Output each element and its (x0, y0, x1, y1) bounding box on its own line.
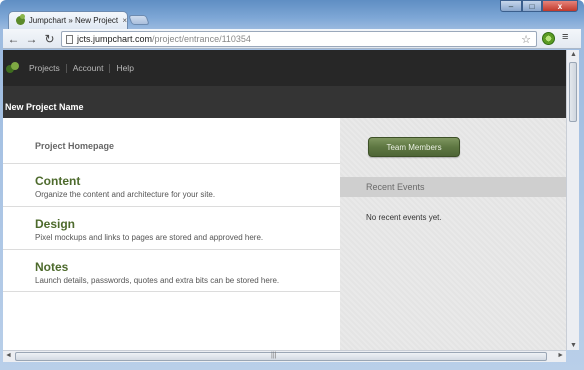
section-title[interactable]: Design (35, 217, 75, 231)
page-icon (66, 34, 73, 44)
browser-menu-icon[interactable]: ≡ (562, 31, 568, 43)
nav-link-projects[interactable]: Projects (20, 63, 67, 73)
project-name: New Project Name (5, 102, 84, 112)
section-notes[interactable]: Notes Launch details, passwords, quotes … (3, 249, 340, 292)
address-bar[interactable]: jcts.jumpchart.com/project/entrance/1103… (61, 31, 537, 47)
url-path: /project/entrance/110354 (152, 34, 251, 44)
close-window-button[interactable]: x (542, 0, 578, 12)
project-title-bar: New Project Name (3, 86, 566, 118)
browser-window: Jumpchart » New Project N × – □ x ← → ↻ … (0, 0, 584, 370)
bookmark-star-icon[interactable]: ☆ (521, 33, 531, 46)
new-tab-button[interactable] (128, 15, 150, 25)
vertical-scrollbar[interactable]: ▲ ▼ (566, 50, 579, 350)
page-viewport: Projects Account Help New Project Name P… (3, 50, 566, 350)
tab-title: Jumpchart » New Project N (28, 16, 121, 25)
browser-toolbar: ← → ↻ jcts.jumpchart.com/project/entranc… (3, 29, 581, 49)
no-events-message: No recent events yet. (366, 213, 442, 222)
maximize-button[interactable]: □ (522, 0, 542, 12)
project-sections: Project Homepage Content Organize the co… (3, 118, 340, 350)
tab-close-icon[interactable]: × (122, 16, 127, 25)
section-description: Pixel mockups and links to pages are sto… (35, 233, 264, 242)
horizontal-scroll-thumb[interactable] (15, 352, 547, 361)
recent-events-header: Recent Events (340, 177, 566, 197)
section-title[interactable]: Notes (35, 260, 68, 274)
recent-events-title: Recent Events (366, 182, 425, 192)
scroll-right-arrow-icon[interactable]: ► (557, 352, 564, 359)
section-content[interactable]: Content Organize the content and archite… (3, 163, 340, 206)
section-description: Launch details, passwords, quotes and ex… (35, 276, 280, 285)
url-host: jcts.jumpchart.com (77, 34, 153, 44)
minimize-button[interactable]: – (500, 0, 522, 12)
extension-icon[interactable] (542, 32, 555, 45)
section-title[interactable]: Content (35, 174, 80, 188)
section-description: Organize the content and architecture fo… (35, 190, 216, 199)
scroll-up-arrow-icon[interactable]: ▲ (570, 51, 577, 58)
scroll-grip-icon: ||| (271, 352, 277, 359)
nav-link-account[interactable]: Account (67, 63, 111, 73)
window-controls: – □ x (500, 0, 578, 12)
project-sidebar: Team Members Recent Events No recent eve… (340, 118, 566, 350)
jumpchart-logo-icon[interactable] (6, 61, 20, 75)
forward-arrow-icon[interactable]: → (24, 31, 39, 46)
browser-tab[interactable]: Jumpchart » New Project N × (8, 11, 128, 29)
app-nav-bar: Projects Account Help (3, 50, 566, 86)
tab-strip: Jumpchart » New Project N × – □ x (0, 0, 584, 29)
vertical-scroll-thumb[interactable] (569, 62, 577, 122)
project-homepage-link[interactable]: Project Homepage (35, 141, 114, 151)
section-design[interactable]: Design Pixel mockups and links to pages … (3, 206, 340, 249)
nav-link-help[interactable]: Help (110, 63, 139, 73)
jumpchart-favicon-icon (16, 14, 25, 25)
team-members-button[interactable]: Team Members (368, 137, 460, 157)
horizontal-scrollbar[interactable]: ◄ ||| ► (3, 350, 566, 362)
reload-icon[interactable]: ↻ (42, 31, 57, 46)
back-arrow-icon[interactable]: ← (6, 31, 21, 46)
scroll-left-arrow-icon[interactable]: ◄ (5, 352, 12, 359)
scroll-down-arrow-icon[interactable]: ▼ (570, 342, 577, 349)
